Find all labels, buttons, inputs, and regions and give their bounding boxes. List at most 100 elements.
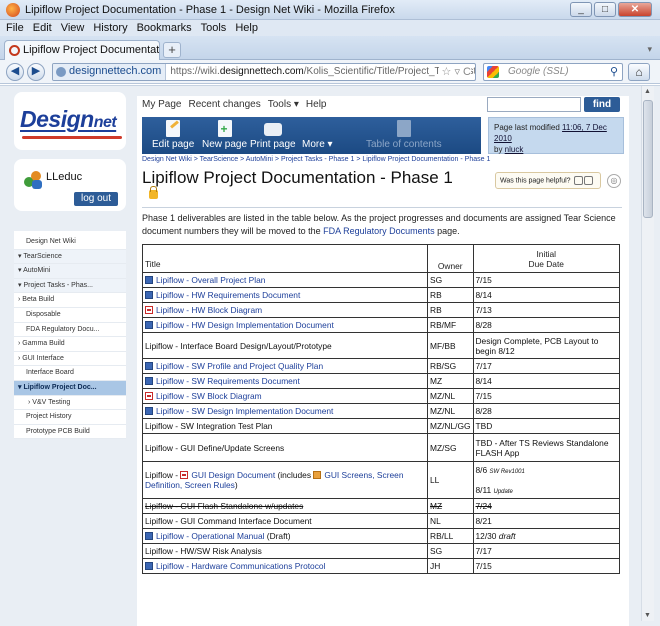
- menu-tools[interactable]: Tools: [201, 22, 227, 34]
- doc-link[interactable]: Lipiflow - SW Block Diagram: [156, 391, 262, 401]
- menu-bookmarks[interactable]: Bookmarks: [137, 22, 192, 34]
- print-page-button[interactable]: Print page: [250, 120, 296, 150]
- sidebar-item[interactable]: Design Net Wiki: [14, 235, 126, 250]
- menu-edit[interactable]: Edit: [33, 22, 52, 34]
- doc-link[interactable]: Lipiflow - HW Requirements Document: [156, 290, 300, 300]
- window-controls: _ □ ✕: [570, 2, 652, 17]
- menu-file[interactable]: File: [6, 22, 24, 34]
- owner-cell: JH: [427, 558, 474, 574]
- doc-link[interactable]: Lipiflow - HW Block Diagram: [156, 305, 262, 315]
- sidebar-item[interactable]: ▾ Lipiflow Project Doc...: [14, 380, 126, 396]
- breadcrumb[interactable]: Design Net Wiki > TearScience > AutoMini…: [142, 156, 490, 163]
- table-row: Lipiflow - Hardware Communications Proto…: [141, 558, 620, 574]
- due-cell: 8/14: [472, 287, 620, 303]
- sidebar-item[interactable]: Interface Board: [14, 366, 126, 381]
- logout-button[interactable]: log out: [74, 192, 118, 206]
- sidebar-item[interactable]: ▾ Project Tasks - Phas...: [14, 278, 126, 294]
- scroll-up-icon[interactable]: ▲: [644, 88, 651, 95]
- doc-link[interactable]: GUI Design Document: [191, 470, 275, 480]
- sidebar-item[interactable]: ▾ AutoMini: [14, 264, 126, 279]
- user-box: LLeduc log out: [14, 159, 126, 211]
- username[interactable]: LLeduc: [46, 171, 82, 183]
- sidebar-item[interactable]: Project History: [14, 410, 126, 425]
- maximize-button[interactable]: □: [594, 2, 616, 17]
- thumbs-down-icon[interactable]: [583, 176, 593, 185]
- help-link[interactable]: Help: [306, 99, 327, 115]
- modified-by-link[interactable]: nluck: [505, 145, 524, 154]
- due-cell: 7/17: [472, 358, 620, 374]
- home-button[interactable]: ⌂: [628, 63, 650, 81]
- title-cell: Lipiflow - Operational Manual (Draft): [141, 528, 429, 544]
- new-page-button[interactable]: New page: [202, 120, 247, 150]
- more-menu-button[interactable]: More ▾: [302, 120, 333, 150]
- lock-icon[interactable]: [149, 186, 158, 199]
- thumbs-up-icon[interactable]: [573, 176, 583, 185]
- find-button[interactable]: find: [584, 97, 620, 112]
- tab-list-chevron-icon[interactable]: ▾: [647, 44, 652, 55]
- menu-help[interactable]: Help: [235, 22, 258, 34]
- owner-cell: MZ/NL: [427, 403, 474, 419]
- doc-link[interactable]: Lipiflow - Operational Manual: [156, 531, 264, 541]
- doc-title: Lipiflow - GUI Define/Update Screens: [145, 442, 285, 453]
- tools-menu[interactable]: Tools ▾: [268, 99, 299, 115]
- vertical-scrollbar[interactable]: ▲ ▼: [641, 86, 654, 621]
- menu-view[interactable]: View: [61, 22, 85, 34]
- sidebar-item[interactable]: Disposable: [14, 308, 126, 323]
- my-page-link[interactable]: My Page: [142, 99, 181, 115]
- forward-button[interactable]: ▶: [27, 63, 45, 81]
- doc-link[interactable]: Lipiflow - SW Requirements Document: [156, 376, 300, 386]
- title-cell: Lipiflow - HW Block Diagram: [141, 302, 429, 318]
- table-of-contents-button[interactable]: Table of contents: [366, 120, 442, 150]
- doc-title: Lipiflow - GUI Flash Standalone w/update…: [145, 501, 304, 511]
- recent-changes-link[interactable]: Recent changes: [188, 99, 260, 115]
- doc-title: Lipiflow - GUI Command Interface Documen…: [145, 516, 312, 526]
- table-row: Lipiflow - GUI Define/Update Screens MZ/S…: [141, 433, 620, 462]
- header-owner: Owner: [427, 244, 474, 273]
- doc-link[interactable]: Lipiflow - Hardware Communications Proto…: [156, 561, 325, 571]
- new-tab-button[interactable]: +: [163, 42, 181, 58]
- back-button[interactable]: ◀: [6, 63, 24, 81]
- sidebar-item[interactable]: Prototype PCB Build: [14, 425, 126, 440]
- minimize-button[interactable]: _: [570, 2, 592, 17]
- close-button[interactable]: ✕: [618, 2, 652, 17]
- sidebar-item[interactable]: › Beta Build: [14, 293, 126, 308]
- doc-link[interactable]: Lipiflow - SW Design Implementation Docu…: [156, 406, 333, 416]
- due-cell: 7/17: [472, 543, 620, 559]
- rss-icon[interactable]: ◎: [607, 174, 621, 188]
- due-cell: TBD: [472, 418, 620, 434]
- sidebar-item[interactable]: › GUI Interface: [14, 352, 126, 367]
- wiki-search-input[interactable]: [487, 97, 581, 112]
- bookmark-star-icon[interactable]: ☆ ▿ C: [438, 65, 471, 78]
- word-doc-icon: [145, 362, 153, 370]
- due-cell: 8/28: [472, 403, 620, 419]
- table-row: Lipiflow - GUI Design Document (includes…: [141, 461, 620, 499]
- doc-link[interactable]: Lipiflow - HW Design Implementation Docu…: [156, 320, 334, 330]
- word-doc-icon: [145, 291, 153, 299]
- sidebar-item[interactable]: › V&V Testing: [14, 396, 126, 411]
- owner-cell: MZ: [427, 498, 474, 514]
- scroll-down-icon[interactable]: ▼: [644, 612, 651, 619]
- address-bar[interactable]: designnettech.com https://wiki.designnet…: [52, 63, 476, 81]
- site-identity-button[interactable]: designnettech.com: [53, 64, 167, 80]
- doc-link[interactable]: Lipiflow - Overall Project Plan: [156, 275, 265, 285]
- sidebar-item[interactable]: ▾ TearScience: [14, 249, 126, 265]
- tab-lipiflow[interactable]: Lipiflow Project Documentation - Phase .…: [4, 40, 160, 60]
- site-favicon-icon: [9, 45, 20, 56]
- table-row: Lipiflow - Overall Project Plan SG 7/15: [141, 272, 620, 288]
- due-cell: 12/30 draft: [472, 528, 620, 544]
- menu-history[interactable]: History: [93, 22, 127, 34]
- sidebar-item[interactable]: FDA Regulatory Docu...: [14, 323, 126, 338]
- scrollbar-thumb[interactable]: [643, 100, 653, 218]
- edit-page-button[interactable]: Edit page: [152, 120, 194, 150]
- doc-link[interactable]: Lipiflow - SW Profile and Project Qualit…: [156, 361, 323, 371]
- title-cell: Lipiflow - Hardware Communications Proto…: [141, 558, 429, 574]
- search-bar[interactable]: Google (SSL) ⚲: [483, 63, 623, 81]
- sidebar-item[interactable]: › Gamma Build: [14, 337, 126, 352]
- designnet-logo[interactable]: Designnet: [20, 106, 122, 139]
- fda-regulatory-documents-link[interactable]: FDA Regulatory Documents: [323, 226, 435, 236]
- search-icon[interactable]: ⚲: [610, 65, 618, 78]
- logo-box: Designnet: [14, 92, 126, 150]
- title-cell: Lipiflow - GUI Define/Update Screens: [141, 433, 429, 462]
- due-cell: TBD - After TS Reviews Standalone FLASH …: [472, 433, 620, 462]
- table-row: Lipiflow - SW Design Implementation Docu…: [141, 403, 620, 419]
